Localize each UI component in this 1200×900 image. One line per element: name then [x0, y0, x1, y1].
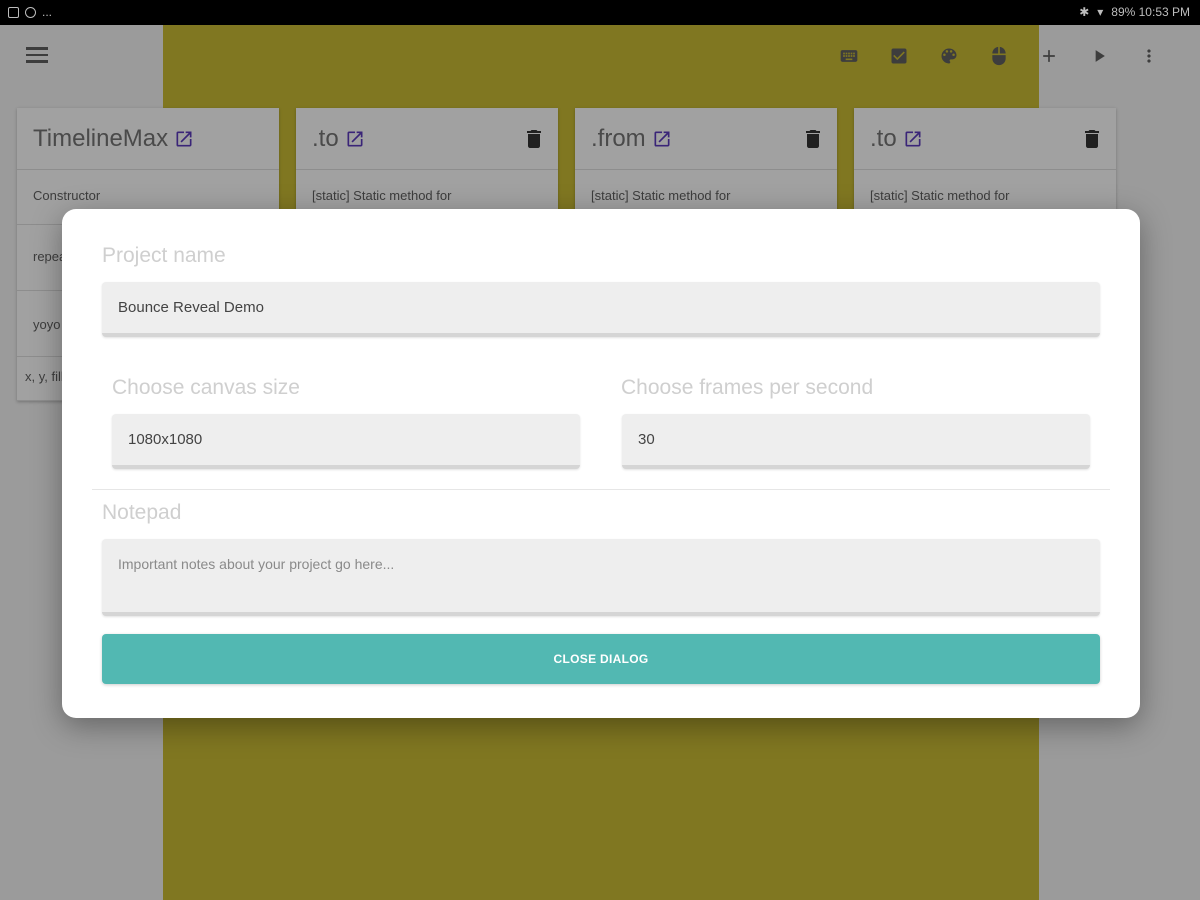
canvas-size-select[interactable]: 1080x1080	[112, 414, 580, 469]
fps-select[interactable]: 30	[622, 414, 1090, 469]
notepad-label: Notepad	[102, 501, 182, 524]
status-time-battery: 89% 10:53 PM	[1111, 5, 1190, 19]
gallery-icon	[8, 6, 19, 18]
status-bar: ... ✱ ▾ 89% 10:53 PM	[0, 0, 1200, 25]
project-name-input[interactable]: Bounce Reveal Demo	[102, 282, 1100, 337]
wifi-icon: ▾	[1097, 5, 1104, 19]
close-dialog-button[interactable]: CLOSE DIALOG	[102, 634, 1100, 684]
divider	[92, 489, 1110, 490]
fps-label: Choose frames per second	[621, 376, 874, 399]
notepad-textarea[interactable]: Important notes about your project go he…	[102, 539, 1100, 616]
canvas-size-label: Choose canvas size	[112, 376, 300, 399]
project-name-label: Project name	[102, 244, 226, 267]
sync-icon	[25, 6, 36, 18]
bluetooth-icon: ✱	[1079, 5, 1090, 19]
status-left-text: ...	[42, 5, 53, 19]
project-settings-dialog: Project name Bounce Reveal Demo Choose c…	[62, 209, 1140, 718]
